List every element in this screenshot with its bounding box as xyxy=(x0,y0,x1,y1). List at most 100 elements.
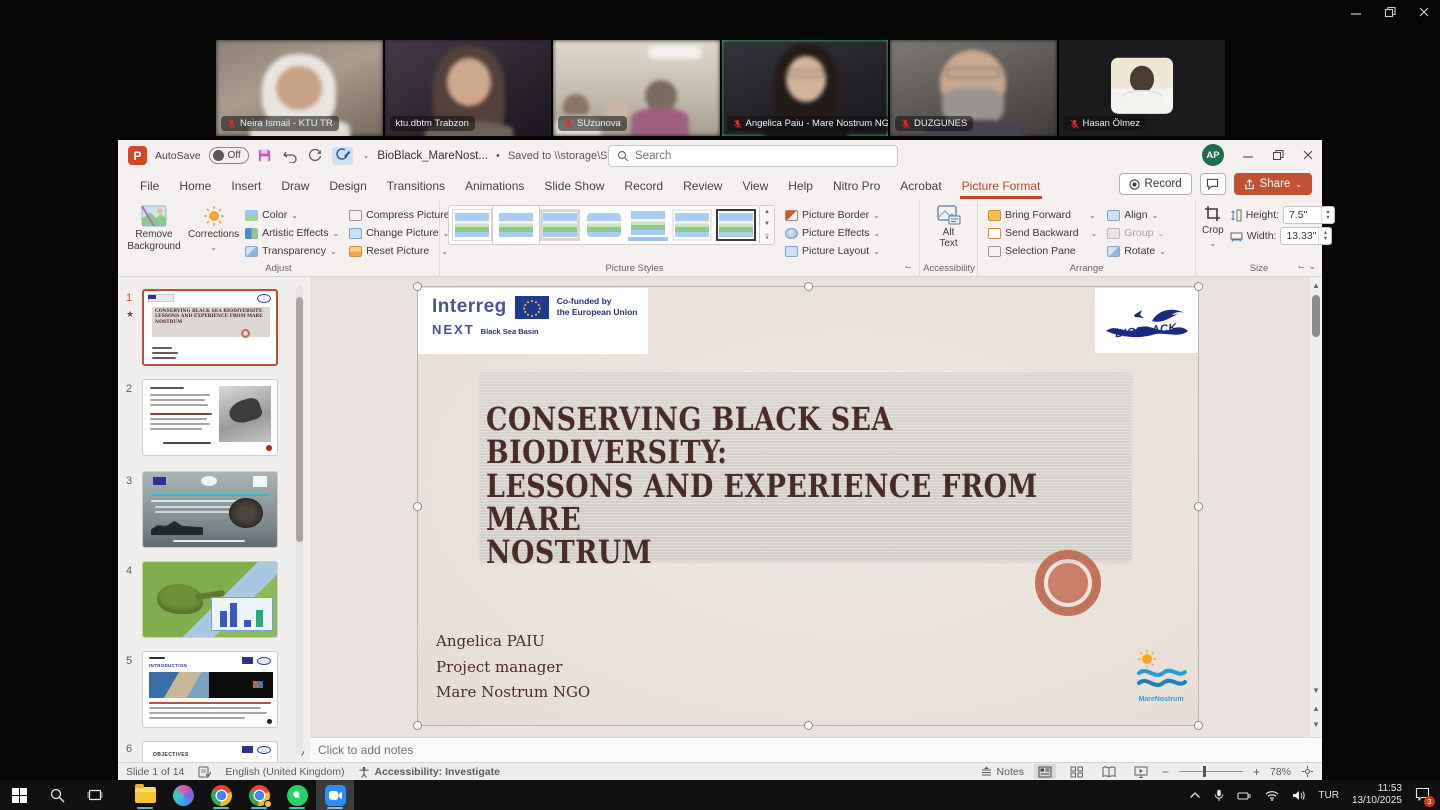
picture-layout-button[interactable]: Picture Layout⌄ xyxy=(785,243,880,259)
zoom-slider[interactable] xyxy=(1179,771,1243,772)
tray-expand-icon[interactable] xyxy=(1189,791,1201,799)
zoom-in-button[interactable]: + xyxy=(1253,765,1260,779)
slide-sorter-view-button[interactable] xyxy=(1066,764,1088,779)
picture-style-option[interactable] xyxy=(628,209,668,241)
scroll-down-icon[interactable]: ▼ xyxy=(1312,686,1320,695)
tab-view[interactable]: View xyxy=(732,175,778,197)
redo-icon[interactable] xyxy=(308,149,322,163)
chrome-profile2-button[interactable] xyxy=(240,780,278,810)
participant-tile[interactable]: SUzunova xyxy=(553,40,720,136)
zoom-level[interactable]: 78% xyxy=(1270,766,1291,778)
participant-tile[interactable]: Hasan Ölmez xyxy=(1059,40,1226,136)
tray-language[interactable]: TUR xyxy=(1318,790,1339,801)
group-button[interactable]: Group⌄ xyxy=(1107,225,1166,241)
search-input[interactable] xyxy=(635,150,865,162)
ppt-close-icon[interactable] xyxy=(1302,149,1314,161)
accessibility-status[interactable]: Accessibility: Investigate xyxy=(374,766,499,778)
color-button[interactable]: Color⌄ xyxy=(245,207,339,223)
tab-animations[interactable]: Animations xyxy=(455,175,534,197)
picture-style-option-selected[interactable] xyxy=(716,209,756,241)
ppt-restore-icon[interactable] xyxy=(1272,149,1284,161)
participant-tile[interactable]: Neira Ismail - KTU TR xyxy=(216,40,383,136)
slide-thumbnail-4[interactable] xyxy=(142,561,278,638)
slide-thumbnail-6[interactable]: OBJECTIVES xyxy=(142,741,278,762)
width-spin-down-icon[interactable]: ▼ xyxy=(1323,236,1328,242)
slideshow-view-button[interactable] xyxy=(1130,764,1152,779)
selection-handle[interactable] xyxy=(1194,721,1203,730)
alt-text-button[interactable]: Alt Text xyxy=(921,205,977,249)
normal-view-button[interactable] xyxy=(1034,764,1056,779)
ppt-minimize-icon[interactable] xyxy=(1242,149,1254,161)
slide-vertical-scrollbar[interactable]: ▲ ▼ ▲ ▼ xyxy=(1310,277,1322,737)
slide[interactable]: Interreg Co-funded by the European Union… xyxy=(418,287,1198,725)
bring-forward-button[interactable]: Bring Forward⌄ xyxy=(988,207,1097,223)
start-button[interactable] xyxy=(0,780,38,810)
selection-handle[interactable] xyxy=(1194,282,1203,291)
scrollbar-thumb[interactable] xyxy=(1312,295,1320,337)
align-button[interactable]: Align⌄ xyxy=(1107,207,1166,223)
participant-tile-active-speaker[interactable]: Angelica Paiu - Mare Nostrum NGO xyxy=(722,40,889,136)
next-slide-icon[interactable]: ▼ xyxy=(1312,720,1320,729)
undo-icon[interactable] xyxy=(282,149,298,163)
tab-home[interactable]: Home xyxy=(169,175,221,197)
qat-overflow-icon[interactable]: ⌄ xyxy=(363,151,370,160)
tray-mic-icon[interactable] xyxy=(1214,789,1224,802)
notes-pane[interactable]: Click to add notes xyxy=(310,737,1322,762)
save-icon[interactable] xyxy=(257,148,272,163)
size-dialog-launcher-icon[interactable]: ⌙ xyxy=(1298,263,1308,273)
tab-design[interactable]: Design xyxy=(319,175,376,197)
slide-thumbnail-1[interactable]: CONSERVING BLACK SEA BIODIVERSITY: LESSO… xyxy=(142,289,278,366)
record-button[interactable]: Record xyxy=(1119,173,1192,195)
share-button[interactable]: Share ⌄ xyxy=(1234,173,1312,195)
zoom-out-button[interactable]: − xyxy=(1162,765,1169,779)
picture-style-option[interactable] xyxy=(540,209,580,241)
picture-style-option[interactable] xyxy=(496,209,536,241)
tab-help[interactable]: Help xyxy=(778,175,823,197)
ink-replay-icon[interactable] xyxy=(332,147,353,165)
reading-view-button[interactable] xyxy=(1098,764,1120,779)
user-avatar[interactable]: AP xyxy=(1202,144,1224,166)
notes-toggle-button[interactable]: Notes xyxy=(980,766,1024,778)
taskbar-search-button[interactable] xyxy=(38,780,76,810)
autosave-toggle[interactable]: Off xyxy=(209,147,249,164)
fit-slide-icon[interactable] xyxy=(1301,765,1314,778)
task-view-button[interactable] xyxy=(76,780,114,810)
transparency-button[interactable]: Transparency⌄ xyxy=(245,243,339,259)
tray-clock[interactable]: 11:53 13/10/2025 xyxy=(1352,783,1402,808)
artistic-effects-button[interactable]: Artistic Effects⌄ xyxy=(245,225,339,241)
tray-volume-icon[interactable] xyxy=(1292,790,1305,801)
gallery-scroll-controls[interactable]: ▲▼⊽ xyxy=(760,205,775,245)
selection-handle[interactable] xyxy=(804,282,813,291)
minimize-icon[interactable] xyxy=(1350,6,1362,18)
tab-picture-format[interactable]: Picture Format xyxy=(952,175,1051,197)
tab-draw[interactable]: Draw xyxy=(271,175,319,197)
file-name[interactable]: BioBlack_MareNost... xyxy=(377,150,488,162)
comments-button[interactable] xyxy=(1200,173,1226,195)
height-input[interactable]: 7.5" ▲▼ xyxy=(1283,206,1335,224)
restore-icon[interactable] xyxy=(1384,6,1396,18)
file-explorer-button[interactable] xyxy=(126,780,164,810)
selection-handle[interactable] xyxy=(413,721,422,730)
selection-handle[interactable] xyxy=(1194,502,1203,511)
participant-tile[interactable]: DUZGUNES xyxy=(890,40,1057,136)
picture-style-option[interactable] xyxy=(452,209,492,241)
picture-style-option[interactable] xyxy=(672,209,712,241)
tray-device-icon[interactable] xyxy=(1237,790,1252,801)
language-status[interactable]: English (United Kingdom) xyxy=(225,766,344,778)
notification-center-button[interactable]: 3 xyxy=(1415,787,1430,804)
copilot-button[interactable] xyxy=(164,780,202,810)
title-band[interactable]: CONSERVING BLACK SEA BIODIVERSITY: LESSO… xyxy=(480,373,1131,561)
spellcheck-icon[interactable] xyxy=(198,766,211,778)
search-box[interactable] xyxy=(608,145,898,167)
selection-handle[interactable] xyxy=(413,282,422,291)
rotate-button[interactable]: Rotate⌄ xyxy=(1107,243,1166,259)
collapse-ribbon-icon[interactable]: ⌄ xyxy=(1308,261,1316,272)
zoom-slider-thumb[interactable] xyxy=(1203,766,1206,777)
height-spin-down-icon[interactable]: ▼ xyxy=(1325,215,1330,221)
previous-slide-icon[interactable]: ▲ xyxy=(1312,704,1320,713)
whatsapp-button[interactable] xyxy=(278,780,316,810)
close-icon[interactable] xyxy=(1418,6,1430,18)
selection-handle[interactable] xyxy=(804,721,813,730)
tab-record[interactable]: Record xyxy=(614,175,673,197)
selection-pane-button[interactable]: Selection Pane xyxy=(988,243,1097,259)
